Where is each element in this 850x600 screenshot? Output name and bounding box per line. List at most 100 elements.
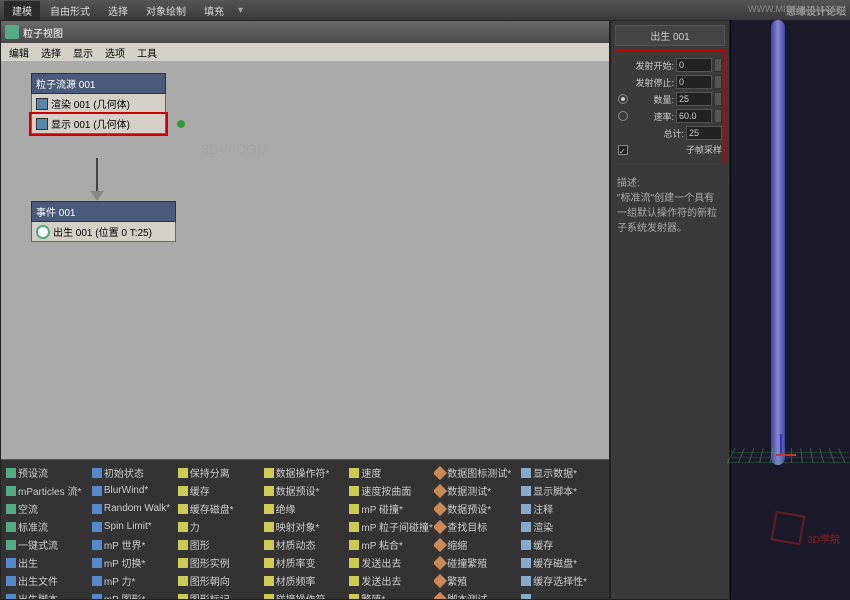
depot-item[interactable]: 碰撞操作符: [263, 590, 348, 599]
depot-item[interactable]: 图形实例: [177, 554, 262, 571]
tab-objectpaint[interactable]: 对象绘制: [138, 1, 194, 20]
depot-item[interactable]: 繁殖*: [348, 590, 433, 599]
output-dot[interactable]: [177, 120, 185, 128]
depot-item[interactable]: 数据预设*: [434, 500, 519, 517]
depot-item[interactable]: 脚本测试: [434, 590, 519, 599]
event-header[interactable]: 事件 001: [31, 201, 176, 222]
depot-item[interactable]: 缓存选择性*: [520, 572, 605, 589]
depot-item[interactable]: mP 切换*: [91, 554, 176, 571]
depot-item[interactable]: 数据测试*: [434, 482, 519, 499]
depot-item[interactable]: 出生脚本: [5, 590, 90, 599]
tab-freeform[interactable]: 自由形式: [42, 1, 98, 20]
cylinder-object[interactable]: [771, 20, 785, 465]
depot-item[interactable]: 一键式流: [5, 536, 90, 553]
rollout-title[interactable]: 出生 001: [615, 25, 725, 46]
menu-tools[interactable]: 工具: [131, 43, 163, 62]
depot-item[interactable]: 图形标记: [177, 590, 262, 599]
menubar: 编辑 选择 显示 选项 工具: [1, 43, 609, 61]
operator-label: 碰撞繁殖: [447, 555, 487, 570]
operator-label: 出生: [18, 555, 38, 570]
radio-rate[interactable]: [618, 111, 628, 121]
operator-display[interactable]: 显示 001 (几何体): [31, 114, 166, 134]
depot-item[interactable]: 数据操作符*: [263, 464, 348, 481]
depot-item[interactable]: 发送出去: [348, 572, 433, 589]
spinner[interactable]: [714, 58, 722, 72]
depot-item[interactable]: 材质频率: [263, 572, 348, 589]
depot-item[interactable]: 缓存: [177, 482, 262, 499]
viewport-3d[interactable]: 3D学院: [730, 20, 850, 600]
menu-select[interactable]: 选择: [35, 43, 67, 62]
depot-item[interactable]: 出生: [5, 554, 90, 571]
depot-item[interactable]: mP 图形*: [91, 590, 176, 599]
depot-item[interactable]: BlurWind*: [91, 482, 176, 499]
depot-item[interactable]: mParticles 流*: [5, 482, 90, 499]
operator-icon: [434, 537, 447, 551]
depot-item[interactable]: Spin Limit*: [91, 518, 176, 535]
depot-item[interactable]: 图形朝向: [177, 572, 262, 589]
menu-options[interactable]: 选项: [99, 43, 131, 62]
tab-modeling[interactable]: 建模: [4, 1, 40, 20]
depot-item[interactable]: 速度按曲面: [348, 482, 433, 499]
spinner: [714, 109, 722, 123]
depot-item[interactable]: 映射对象*: [263, 518, 348, 535]
depot-item[interactable]: 预设流: [5, 464, 90, 481]
depot-item[interactable]: 速度: [348, 464, 433, 481]
depot-item[interactable]: 缓存磁盘*: [177, 500, 262, 517]
depot-item[interactable]: 缓存磁盘*: [520, 554, 605, 571]
depot-item[interactable]: 标准流: [5, 518, 90, 535]
menu-edit[interactable]: 编辑: [3, 43, 35, 62]
spinner[interactable]: [714, 75, 722, 89]
depot-item[interactable]: mP 力*: [91, 572, 176, 589]
operator-birth[interactable]: 出生 001 (位置 0 T:25): [31, 222, 176, 242]
window-titlebar: 粒子视图: [1, 21, 609, 43]
depot-item[interactable]: 空流: [5, 500, 90, 517]
pfsource-header[interactable]: 粒子流源 001: [31, 73, 166, 94]
depot-item[interactable]: 显示脚本*: [520, 482, 605, 499]
depot-item[interactable]: 数据图标测试*: [434, 464, 519, 481]
display-icon: [36, 118, 48, 130]
depot-item[interactable]: 出生文件: [5, 572, 90, 589]
depot-item[interactable]: 显示数据*: [520, 464, 605, 481]
menu-display[interactable]: 显示: [67, 43, 99, 62]
depot-item[interactable]: 查找目标: [434, 518, 519, 535]
depot-item[interactable]: 材质率变: [263, 554, 348, 571]
depot-item[interactable]: 绝缘: [263, 500, 348, 517]
radio-amount[interactable]: [618, 94, 628, 104]
wire-arrow: [90, 191, 104, 201]
spinner[interactable]: [714, 92, 722, 106]
emit-start-input[interactable]: [676, 58, 712, 72]
amount-input[interactable]: [676, 92, 712, 106]
node-event[interactable]: 事件 001 出生 001 (位置 0 T:25): [31, 201, 176, 242]
depot-item[interactable]: mP 粘合*: [348, 536, 433, 553]
dropdown-icon[interactable]: ▾: [238, 5, 243, 16]
depot-item[interactable]: 缓存: [520, 536, 605, 553]
depot-item[interactable]: mP 世界*: [91, 536, 176, 553]
depot-item[interactable]: 力: [177, 518, 262, 535]
depot-item[interactable]: 保持分离: [177, 464, 262, 481]
depot-item[interactable]: 渲染: [520, 518, 605, 535]
transform-gizmo[interactable]: [766, 440, 796, 470]
depot-item[interactable]: 图形: [177, 536, 262, 553]
depot-item[interactable]: 发送出去: [348, 554, 433, 571]
depot-item[interactable]: 注释: [520, 500, 605, 517]
depot-item[interactable]: 缩缩: [434, 536, 519, 553]
depot-item[interactable]: [520, 590, 605, 599]
depot-item[interactable]: 材质动态: [263, 536, 348, 553]
params-panel: 出生 001 发射开始: 发射停止: 数量: 速率: 总计: 子帧采样 描述: …: [610, 20, 730, 600]
depot-item[interactable]: 初始状态: [91, 464, 176, 481]
emit-stop-input[interactable]: [676, 75, 712, 89]
operator-render[interactable]: 渲染 001 (几何体): [31, 94, 166, 114]
depot-item[interactable]: 碰撞繁殖: [434, 554, 519, 571]
depot-item[interactable]: Random Walk*: [91, 500, 176, 517]
subframe-checkbox[interactable]: [618, 145, 628, 155]
tab-populate[interactable]: 填充: [196, 1, 232, 20]
node-pfsource[interactable]: 粒子流源 001 渲染 001 (几何体) 显示 001 (几何体): [31, 73, 166, 134]
tab-select[interactable]: 选择: [100, 1, 136, 20]
depot-item[interactable]: mP 碰撞*: [348, 500, 433, 517]
depot-item[interactable]: 繁殖: [434, 572, 519, 589]
pflow-canvas[interactable]: 3DVI.COM 粒子流源 001 渲染 001 (几何体) 显示 001 (几…: [1, 61, 609, 459]
depot-item[interactable]: mP 粒子间碰撞*: [348, 518, 433, 535]
desc-title: 描述:: [617, 174, 723, 189]
operator-icon: [264, 504, 274, 514]
depot-item[interactable]: 数据预设*: [263, 482, 348, 499]
